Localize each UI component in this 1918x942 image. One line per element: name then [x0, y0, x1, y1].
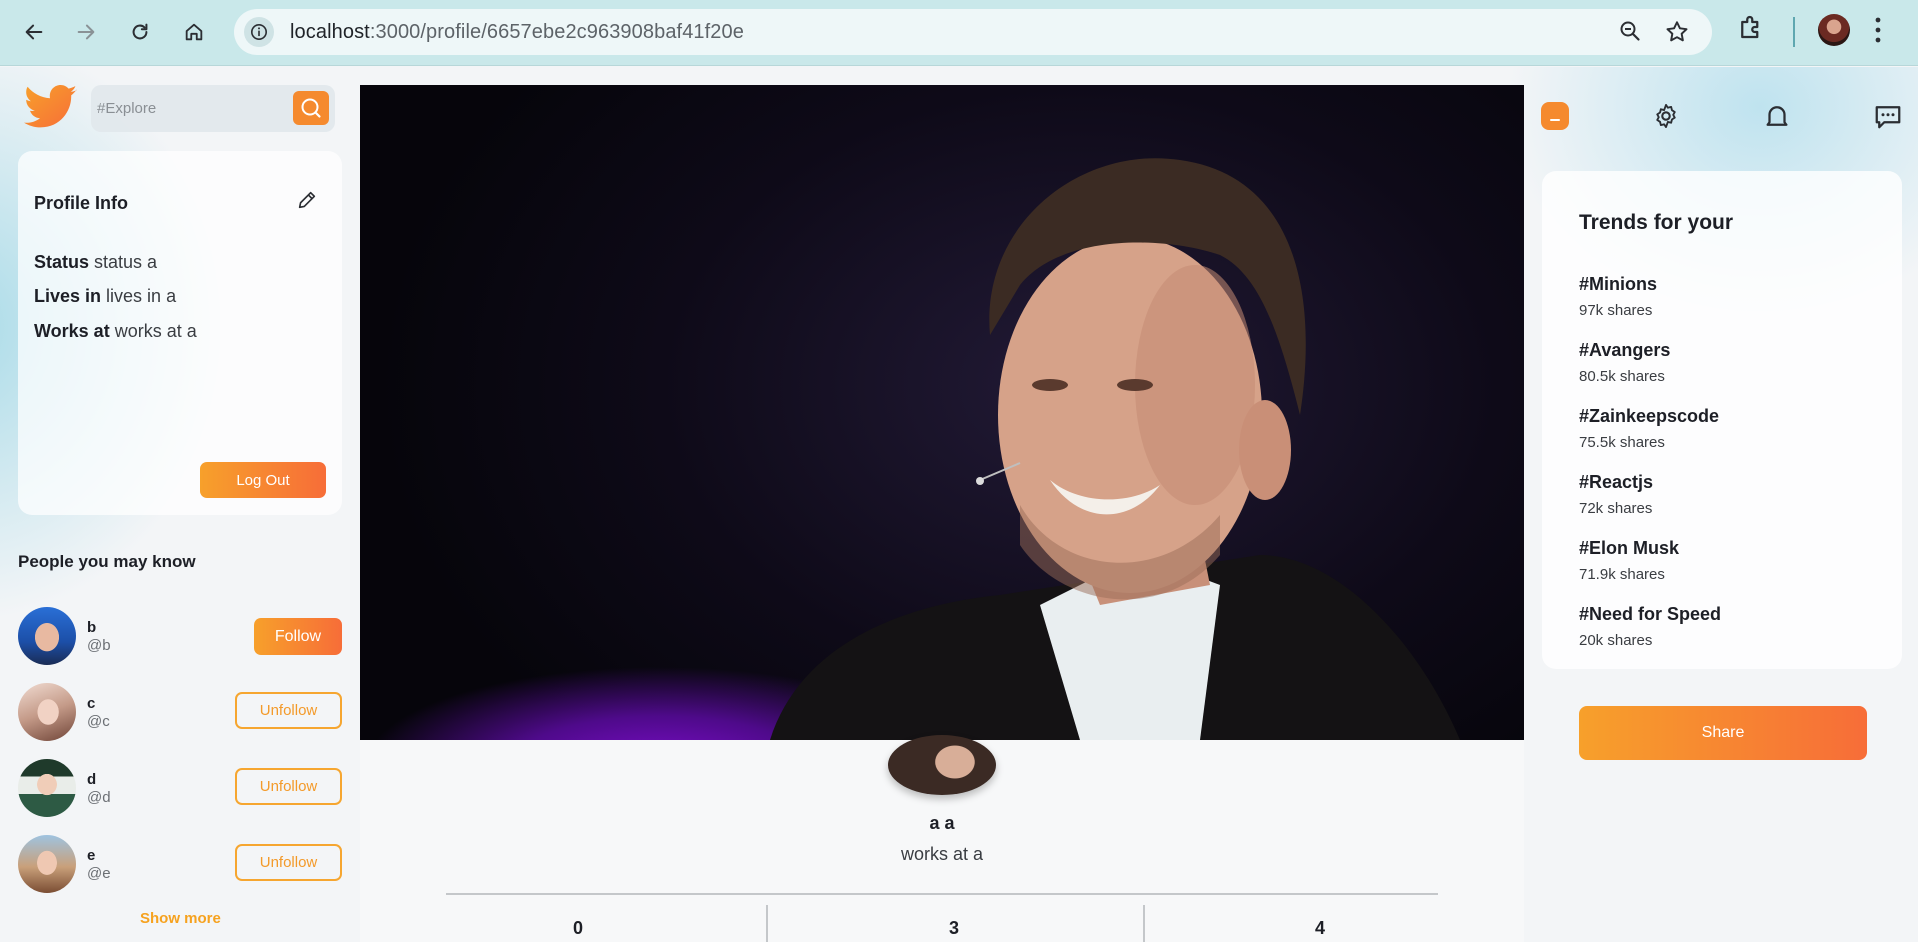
browser-profile-avatar[interactable] [1818, 14, 1850, 46]
cover-portrait-illustration [770, 158, 1460, 740]
url-path: :3000/profile/6657ebe2c963908baf41f20e [369, 21, 744, 43]
person-handle: @d [87, 789, 111, 806]
zoom-icon[interactable] [1618, 19, 1642, 48]
edit-pencil-icon[interactable] [296, 189, 318, 216]
stat-divider [766, 905, 768, 942]
bookmark-star-icon[interactable] [1664, 19, 1690, 50]
person-name: d [87, 771, 97, 788]
messages-icon[interactable] [1871, 99, 1905, 133]
lives-value: lives in a [106, 286, 177, 306]
trend-item[interactable]: #Reactjs 72k shares [1579, 472, 1653, 517]
avatar[interactable] [18, 835, 76, 893]
address-bar[interactable]: localhost:3000/profile/6657ebe2c963908ba… [234, 9, 1712, 55]
follow-button[interactable]: Follow [254, 618, 342, 655]
trend-item[interactable]: #Zainkeepscode 75.5k shares [1579, 406, 1719, 451]
avatar[interactable] [18, 683, 76, 741]
profile-name: a a [929, 813, 955, 833]
works-value: works at a [114, 321, 197, 341]
reload-icon[interactable] [120, 12, 160, 52]
search-icon[interactable] [293, 91, 329, 125]
trend-item[interactable]: #Need for Speed 20k shares [1579, 604, 1721, 649]
toolbar-divider [1793, 17, 1795, 47]
trend-count: 97k shares [1579, 302, 1653, 319]
person-name: b [87, 619, 97, 636]
gear-icon[interactable] [1649, 99, 1683, 133]
person-name: e [87, 847, 96, 864]
profile-works-row: Works at works at a [34, 321, 197, 342]
works-label: Works at [34, 321, 110, 341]
twitter-bird-logo-icon[interactable] [22, 84, 80, 134]
avatar[interactable] [18, 759, 76, 817]
person-item: e @e Unfollow [18, 835, 342, 895]
profile-info-title: Profile Info [34, 193, 128, 213]
extensions-icon[interactable] [1736, 12, 1766, 47]
status-label: Status [34, 252, 90, 272]
unfollow-button[interactable]: Unfollow [235, 768, 342, 805]
stat-value: 3 [948, 918, 959, 938]
browser-toolbar: localhost:3000/profile/6657ebe2c963908ba… [0, 0, 1918, 66]
trend-tag: #Minions [1579, 274, 1658, 294]
share-button[interactable]: Share [1579, 706, 1867, 760]
forward-icon[interactable] [66, 12, 106, 52]
status-value: status a [94, 252, 158, 272]
trend-tag: #Elon Musk [1579, 538, 1680, 558]
people-you-may-know-title: People you may know [18, 552, 196, 571]
trends-card: Trends for your #Minions 97k shares #Avan… [1542, 171, 1902, 669]
url-text: localhost:3000/profile/6657ebe2c963908ba… [290, 21, 744, 44]
person-item: b @b Follow [18, 607, 342, 667]
trends-title: Trends for your [1579, 211, 1734, 234]
trend-item[interactable]: #Elon Musk 71.9k shares [1579, 538, 1679, 583]
person-handle: @c [87, 713, 110, 730]
cover-photo [360, 85, 1524, 740]
logout-button[interactable]: Log Out [200, 462, 326, 498]
unfollow-button[interactable]: Unfollow [235, 844, 342, 881]
trend-count: 20k shares [1579, 632, 1653, 649]
profile-info-card: Profile Info Status status a Lives in li… [18, 151, 342, 515]
trend-count: 72k shares [1579, 500, 1653, 517]
person-name: c [87, 695, 96, 712]
search-input[interactable] [97, 95, 277, 121]
trend-count: 80.5k shares [1579, 368, 1665, 385]
home-icon[interactable] [174, 12, 214, 52]
url-host: localhost [290, 21, 370, 43]
avatar[interactable] [18, 607, 76, 665]
lives-label: Lives in [34, 286, 102, 306]
notification-bell-icon[interactable] [1760, 99, 1794, 133]
home-nav-icon[interactable] [1538, 99, 1572, 133]
person-handle: @e [87, 865, 111, 882]
trend-tag: #Need for Speed [1579, 604, 1722, 624]
stat-divider [1143, 905, 1145, 942]
divider [446, 893, 1438, 895]
profile-status-row: Status status a [34, 252, 157, 273]
profile-work: works at a [900, 844, 984, 864]
stat-value: 4 [1314, 918, 1325, 938]
kebab-menu-icon[interactable] [1872, 12, 1884, 53]
site-info-icon[interactable] [244, 17, 274, 47]
unfollow-button[interactable]: Unfollow [235, 692, 342, 729]
trend-item[interactable]: #Avangers 80.5k shares [1579, 340, 1670, 385]
person-item: c @c Unfollow [18, 683, 342, 743]
profile-main: a a works at a 0 3 4 [360, 85, 1524, 942]
trend-count: 71.9k shares [1579, 566, 1665, 583]
trend-item[interactable]: #Minions 97k shares [1579, 274, 1657, 319]
trend-count: 75.5k shares [1579, 434, 1665, 451]
trend-tag: #Reactjs [1579, 472, 1654, 492]
profile-lives-row: Lives in lives in a [34, 286, 176, 307]
stat-value: 0 [572, 918, 583, 938]
show-more-link[interactable]: Show more [140, 910, 221, 927]
person-handle: @b [87, 637, 111, 654]
back-icon[interactable] [14, 12, 54, 52]
profile-avatar[interactable] [888, 735, 996, 795]
trend-tag: #Avangers [1579, 340, 1671, 360]
person-item: d @d Unfollow [18, 759, 342, 819]
explore-search [91, 85, 335, 132]
trend-tag: #Zainkeepscode [1579, 406, 1720, 426]
